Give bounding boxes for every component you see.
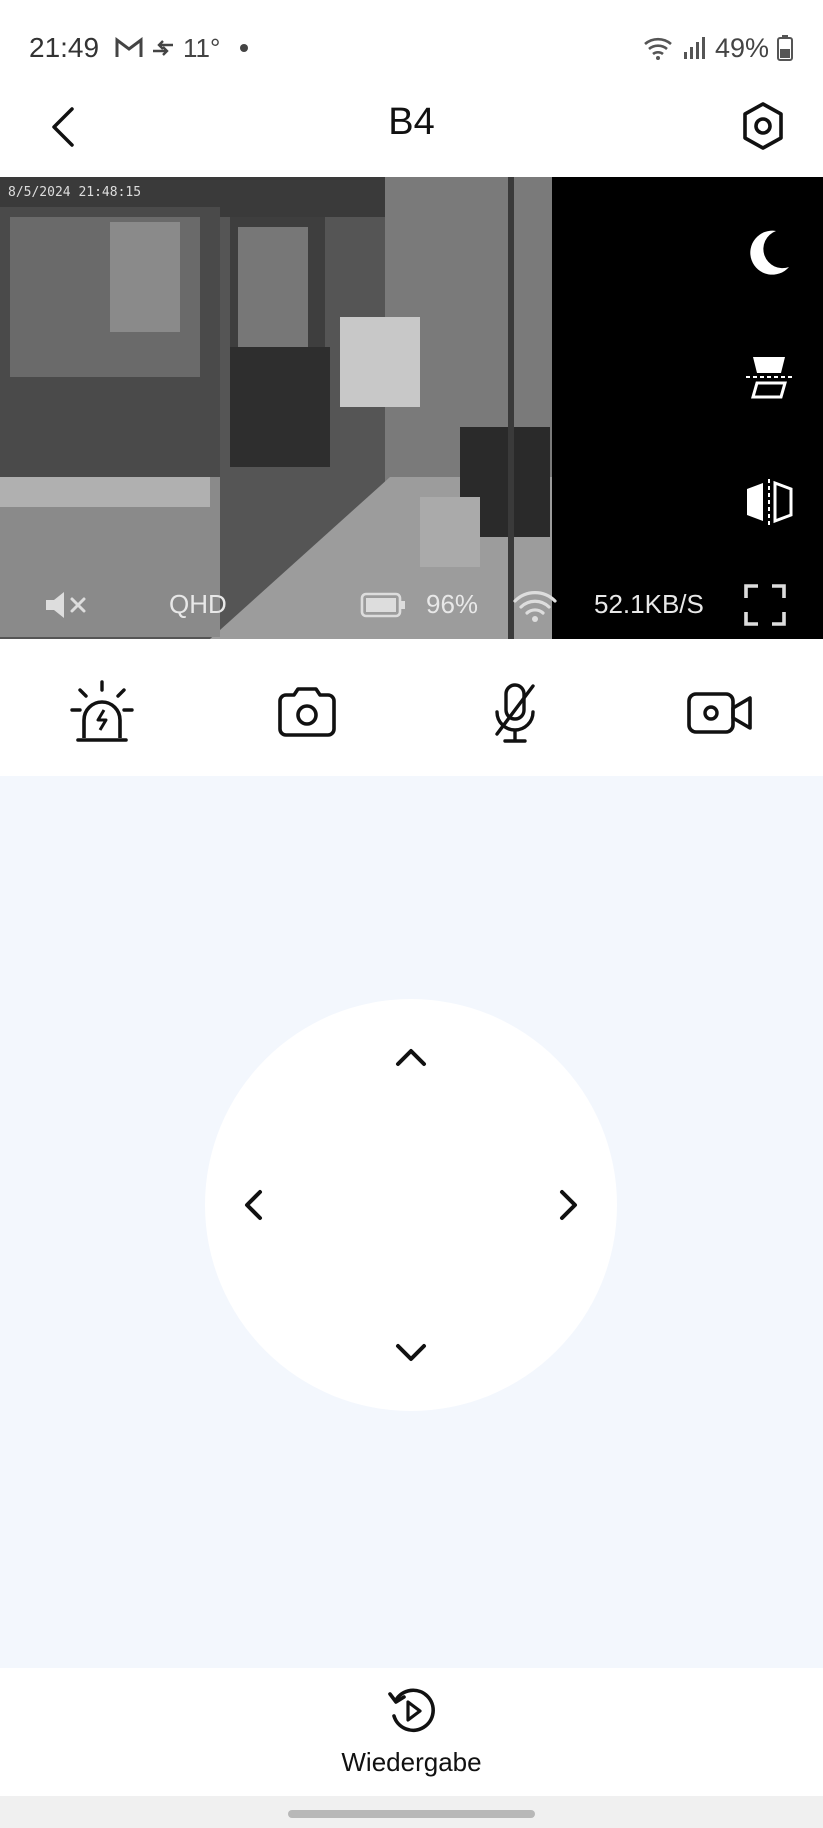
night-mode-button[interactable] bbox=[741, 225, 797, 281]
system-nav-bar bbox=[0, 1796, 823, 1828]
live-video-player[interactable]: 8/5/2024 21:48:15 QHD 96% 52.1KB/S bbox=[0, 177, 823, 639]
data-transfer-icon bbox=[153, 40, 173, 56]
video-timestamp: 8/5/2024 21:48:15 bbox=[8, 185, 142, 200]
status-time: 21:49 bbox=[29, 32, 100, 63]
wifi-status-icon bbox=[644, 37, 672, 60]
moon-icon bbox=[750, 230, 789, 275]
chevron-right-icon bbox=[560, 1190, 577, 1220]
camera-battery-percent: 96% bbox=[426, 589, 479, 619]
mirror-button[interactable] bbox=[741, 474, 797, 530]
status-right-icons: 49% bbox=[643, 30, 793, 66]
camera-feed: 8/5/2024 21:48:15 bbox=[0, 177, 552, 639]
mute-button[interactable] bbox=[44, 589, 92, 621]
status-temperature: 11° bbox=[183, 32, 221, 63]
camera-actions bbox=[0, 639, 823, 776]
pan-down-button[interactable] bbox=[383, 1325, 439, 1381]
battery-status-icon bbox=[777, 35, 793, 61]
ptz-control-area bbox=[0, 776, 823, 1668]
chevron-up-icon bbox=[396, 1049, 426, 1066]
app-header: B4 bbox=[0, 95, 823, 177]
gear-icon bbox=[743, 102, 783, 150]
microphone-muted-icon bbox=[495, 683, 535, 743]
siren-icon bbox=[70, 680, 134, 742]
status-bar: 21:49 11° 49% bbox=[0, 0, 823, 95]
settings-button[interactable] bbox=[733, 95, 793, 157]
status-battery: 49% bbox=[714, 32, 769, 63]
signal-icon bbox=[683, 37, 705, 59]
bottom-bar: Wiedergabe bbox=[0, 1668, 823, 1796]
playback-button[interactable]: Wiedergabe bbox=[311, 1686, 512, 1786]
snapshot-button[interactable] bbox=[267, 677, 347, 749]
speaker-muted-icon bbox=[46, 592, 86, 618]
fullscreen-icon bbox=[744, 584, 786, 626]
quality-selector[interactable]: QHD bbox=[169, 589, 227, 620]
pan-up-button[interactable] bbox=[383, 1029, 439, 1085]
microphone-button[interactable] bbox=[475, 677, 555, 749]
camera-icon bbox=[278, 687, 336, 737]
page-title: B4 bbox=[388, 101, 435, 143]
pan-right-button[interactable] bbox=[541, 1177, 597, 1233]
record-button[interactable] bbox=[680, 677, 760, 749]
chevron-left-icon bbox=[245, 1190, 262, 1220]
flip-vertical-button[interactable] bbox=[741, 350, 797, 406]
playback-label: Wiedergabe bbox=[341, 1747, 482, 1777]
mirror-icon bbox=[747, 479, 793, 525]
wifi-signal-icon bbox=[512, 589, 558, 623]
status-dot-icon bbox=[240, 44, 249, 52]
playback-icon bbox=[387, 1688, 435, 1733]
camera-scene-image bbox=[0, 177, 552, 639]
video-record-icon bbox=[687, 692, 752, 734]
video-status-bar: QHD 96% 52.1KB/S bbox=[0, 575, 823, 635]
chevron-down-icon bbox=[396, 1344, 426, 1361]
ptz-joystick[interactable] bbox=[205, 999, 617, 1411]
flip-vertical-icon bbox=[746, 357, 792, 399]
status-left-icons: 11° bbox=[115, 30, 249, 66]
pan-left-button[interactable] bbox=[225, 1177, 281, 1233]
siren-button[interactable] bbox=[62, 677, 142, 749]
fullscreen-button[interactable] bbox=[744, 584, 786, 626]
camera-battery-icon bbox=[360, 592, 406, 618]
home-gesture-handle[interactable] bbox=[288, 1810, 535, 1818]
gmail-icon bbox=[115, 37, 143, 57]
bitrate-readout: 52.1KB/S bbox=[594, 589, 704, 619]
